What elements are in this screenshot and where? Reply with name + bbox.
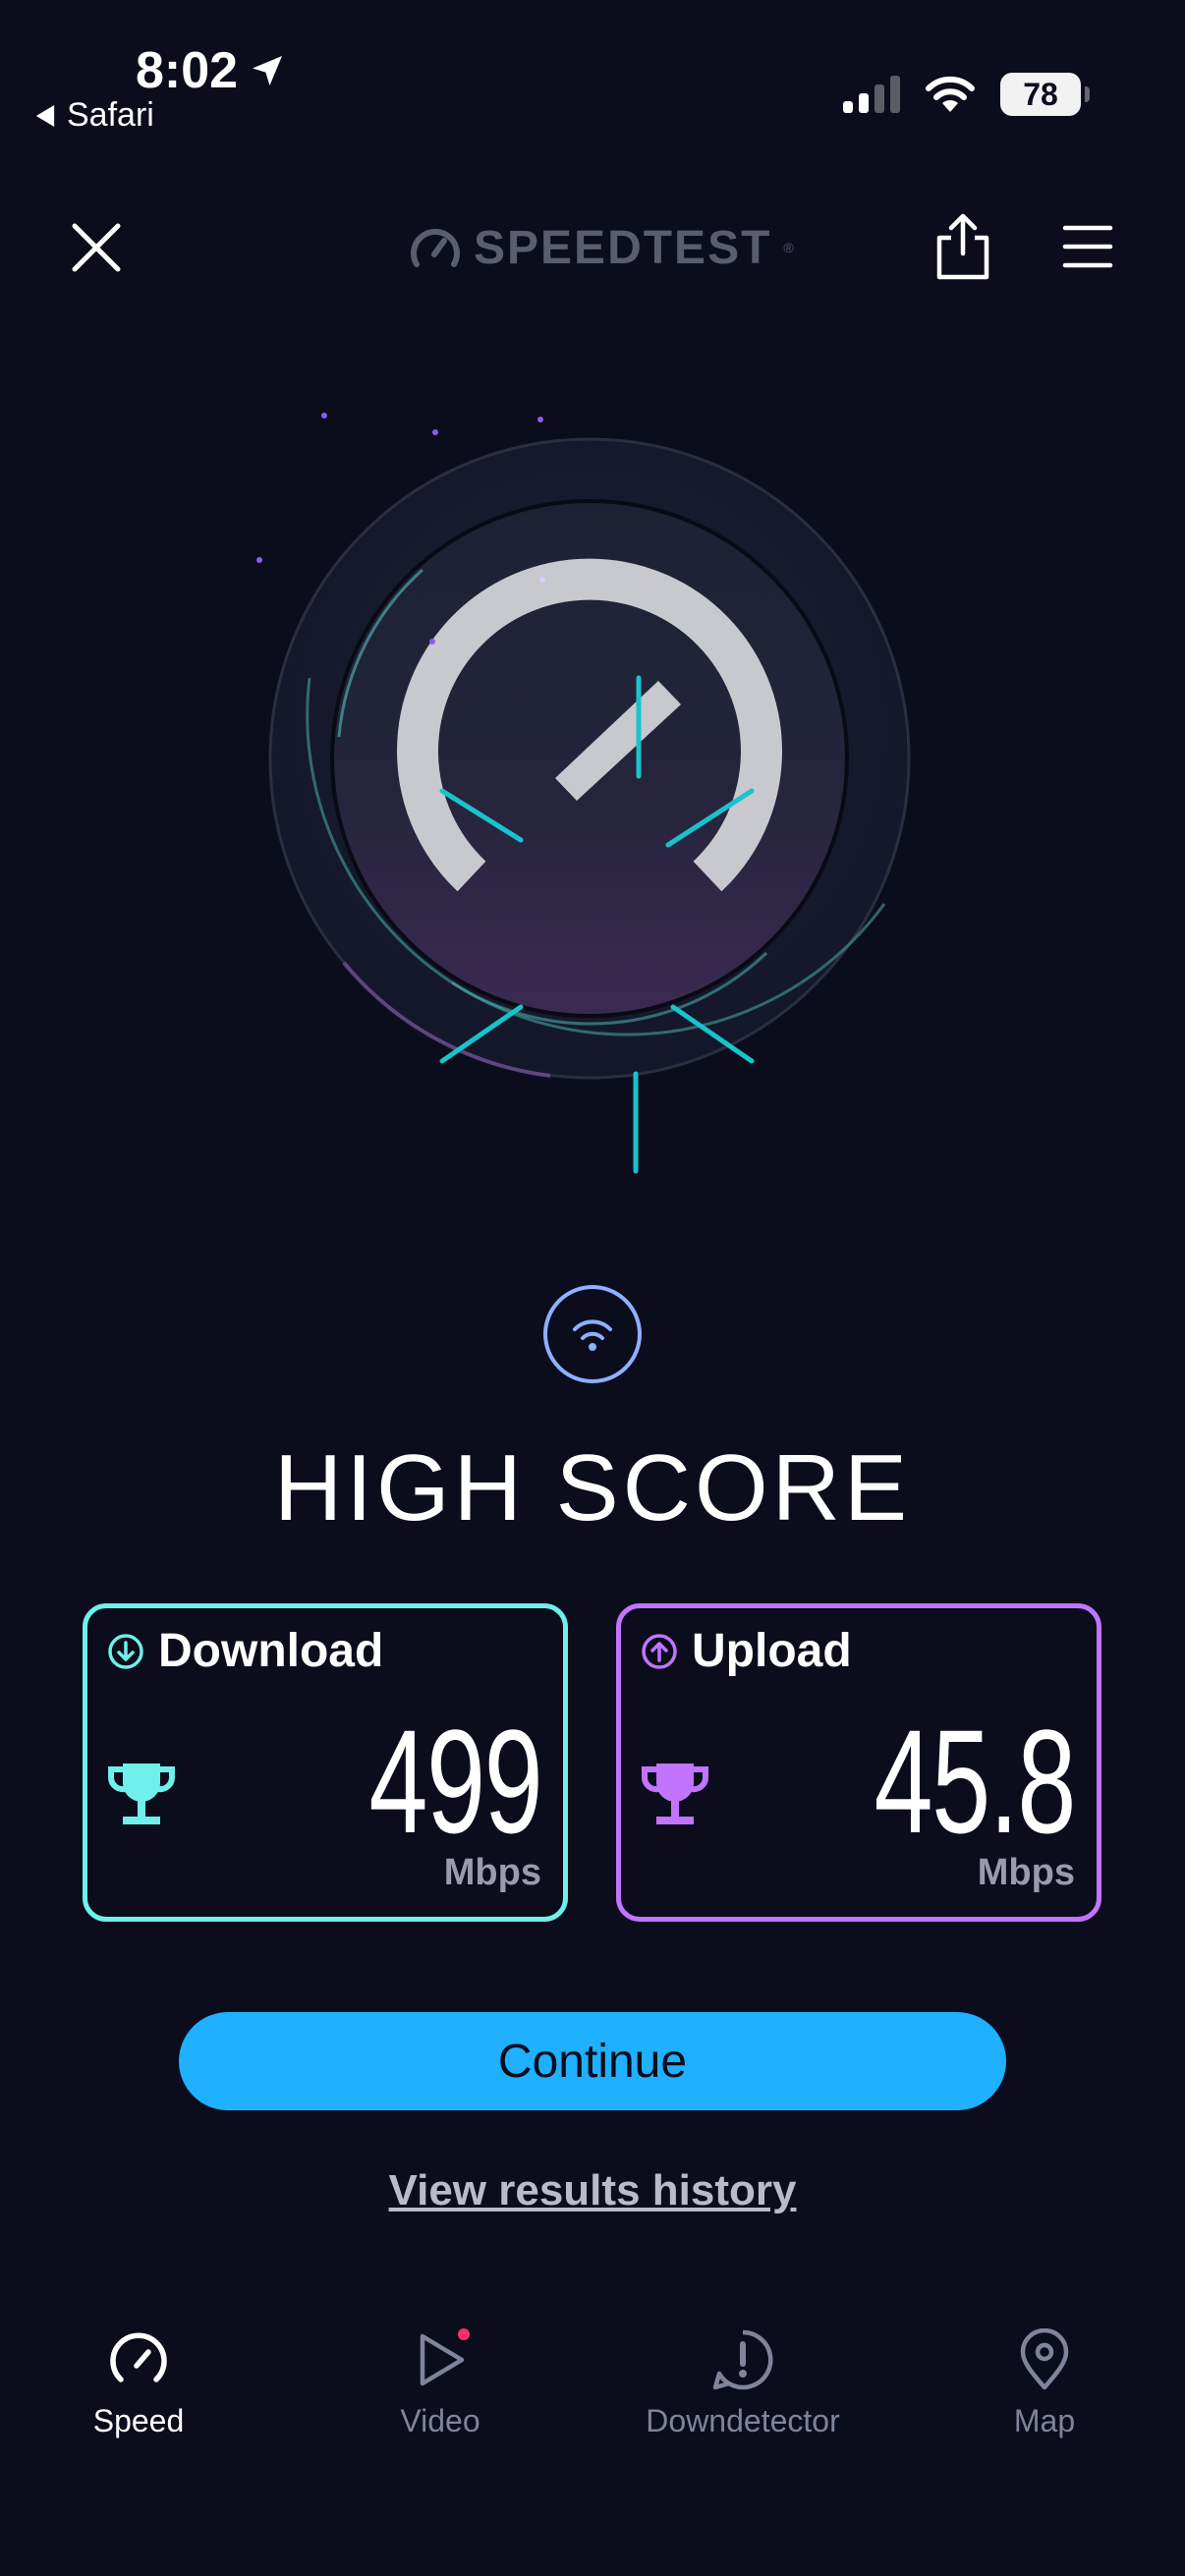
score-title: HIGH SCORE bbox=[273, 1435, 912, 1540]
tab-video-label: Video bbox=[400, 2403, 480, 2438]
tab-speed-label: Speed bbox=[92, 2403, 185, 2438]
download-value: 499 bbox=[368, 1699, 542, 1864]
speed-gauge bbox=[256, 413, 911, 1174]
battery-level: 78 bbox=[1023, 76, 1058, 112]
back-triangle-icon bbox=[35, 104, 55, 127]
upload-unit: Mbps bbox=[977, 1852, 1075, 1893]
continue-button[interactable]: Continue bbox=[179, 2012, 1006, 2110]
brand-name: SPEEDTEST bbox=[474, 221, 772, 274]
tab-map-label: Map bbox=[1013, 2403, 1076, 2438]
status-time: 8:02 bbox=[136, 41, 287, 100]
speedtest-logo: SPEEDTEST ® bbox=[409, 218, 796, 277]
video-notification-dot bbox=[458, 2328, 470, 2340]
download-label: Download bbox=[158, 1625, 384, 1677]
battery-indicator: 78 bbox=[1000, 73, 1090, 116]
speed-icon bbox=[110, 2332, 167, 2382]
download-trophy-icon bbox=[107, 1764, 176, 1824]
speedometer-logo-icon bbox=[411, 228, 460, 267]
wifi-status-icon bbox=[926, 76, 975, 112]
upload-result-card[interactable]: Upload 45.8 Mbps bbox=[616, 1603, 1101, 1922]
back-app-label: Safari bbox=[67, 96, 154, 134]
download-unit: Mbps bbox=[443, 1852, 541, 1893]
status-indicators: 78 bbox=[843, 73, 1090, 116]
wifi-icon bbox=[573, 1319, 612, 1351]
location-arrow-icon bbox=[253, 56, 283, 85]
upload-trophy-icon bbox=[641, 1764, 709, 1824]
speedtest-screen: 8:02 Safari 78 SPEEDTEST ® HIGH SCORE Do… bbox=[0, 0, 1185, 2576]
upload-value: 45.8 bbox=[874, 1699, 1077, 1864]
tab-downdetector[interactable]: Downdetector bbox=[625, 2328, 861, 2439]
tab-downdetector-label: Downdetector bbox=[646, 2403, 840, 2438]
upload-arrow-icon bbox=[642, 1633, 677, 1669]
video-icon bbox=[420, 2328, 470, 2386]
download-result-card[interactable]: Download 499 Mbps bbox=[83, 1603, 568, 1922]
back-to-safari[interactable]: Safari bbox=[35, 96, 154, 135]
tab-speed[interactable]: Speed bbox=[21, 2328, 256, 2439]
upload-label: Upload bbox=[692, 1625, 852, 1677]
brand-trademark: ® bbox=[783, 240, 796, 255]
tab-video[interactable]: Video bbox=[322, 2328, 558, 2439]
close-icon[interactable] bbox=[65, 216, 128, 279]
cellular-signal-icon bbox=[843, 76, 900, 113]
bottom-tab-bar: Speed Video Downdetector Map bbox=[0, 2328, 1185, 2476]
upload-header: Upload bbox=[641, 1624, 852, 1678]
map-pin-icon bbox=[1020, 2328, 1069, 2390]
download-arrow-icon bbox=[108, 1633, 143, 1669]
hamburger-menu-icon[interactable] bbox=[1061, 220, 1114, 273]
connection-type-badge bbox=[543, 1285, 642, 1383]
time-text: 8:02 bbox=[136, 42, 239, 99]
tab-map[interactable]: Map bbox=[927, 2328, 1162, 2439]
view-results-history-link[interactable]: View results history bbox=[0, 2166, 1185, 2215]
downdetector-icon bbox=[712, 2329, 773, 2390]
download-header: Download bbox=[107, 1624, 383, 1678]
share-icon[interactable] bbox=[931, 212, 994, 281]
